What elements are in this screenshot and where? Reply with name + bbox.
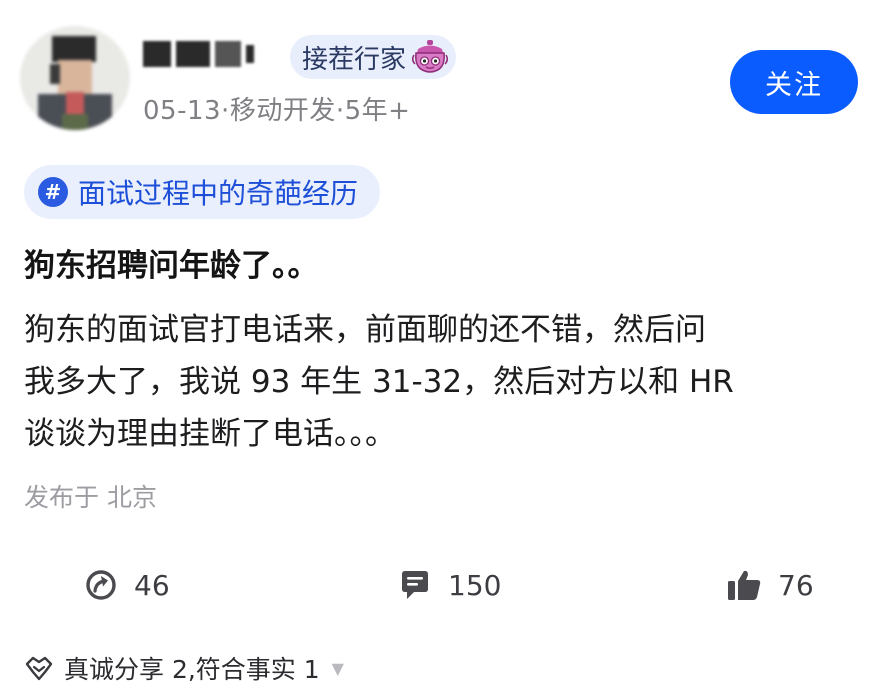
comment-count: 150 bbox=[448, 568, 502, 602]
post-body-line: 我多大了，我说 93 年生 31-32，然后对方以和 HR bbox=[24, 364, 734, 400]
follow-button[interactable]: 关注 bbox=[730, 50, 858, 114]
share-button[interactable]: 46 bbox=[84, 568, 170, 602]
post-body-line: 谈谈为理由挂断了电话。。。 bbox=[24, 416, 396, 452]
teapot-icon bbox=[412, 40, 449, 73]
badge-label: 接茬行家 bbox=[302, 44, 407, 75]
like-count: 76 bbox=[778, 568, 814, 602]
handshake-icon bbox=[25, 656, 53, 681]
reaction-summary[interactable]: 真诚分享 2,符合事实 1 ▼ bbox=[24, 648, 344, 688]
comment-icon bbox=[402, 571, 428, 599]
post-title: 狗东招聘问年龄了。。 bbox=[24, 248, 319, 284]
hashtag-icon: # bbox=[38, 177, 68, 207]
chevron-down-icon: ▼ bbox=[331, 658, 344, 678]
author-name-blurred[interactable] bbox=[143, 36, 259, 72]
author-meta: 05-13·移动开发·5年+ bbox=[143, 96, 411, 126]
comment-button[interactable]: 150 bbox=[398, 568, 501, 602]
post-body: 狗东的面试官打电话来，前面聊的还不错，然后问 我多大了，我说 93 年生 31-… bbox=[24, 304, 844, 460]
name-blur-block bbox=[143, 41, 171, 67]
author-avatar[interactable] bbox=[20, 26, 130, 130]
author-badge[interactable]: 接茬行家 bbox=[290, 35, 457, 79]
like-button[interactable]: 76 bbox=[726, 568, 814, 602]
topic-tag-label: 面试过程中的奇葩经历 bbox=[78, 177, 359, 210]
share-icon bbox=[86, 570, 116, 600]
post-body-line: 狗东的面试官打电话来，前面聊的还不错，然后问 bbox=[24, 312, 706, 348]
name-blur-block bbox=[215, 41, 241, 67]
topic-tag[interactable]: # 面试过程中的奇葩经历 bbox=[24, 165, 381, 219]
name-blur-block bbox=[176, 41, 210, 67]
thumbs-up-icon bbox=[728, 570, 761, 600]
post-location: 发布于 北京 bbox=[24, 483, 157, 512]
reaction-summary-text: 真诚分享 2,符合事实 1 bbox=[64, 655, 320, 684]
share-count: 46 bbox=[134, 568, 170, 602]
name-blur-block bbox=[246, 45, 254, 63]
